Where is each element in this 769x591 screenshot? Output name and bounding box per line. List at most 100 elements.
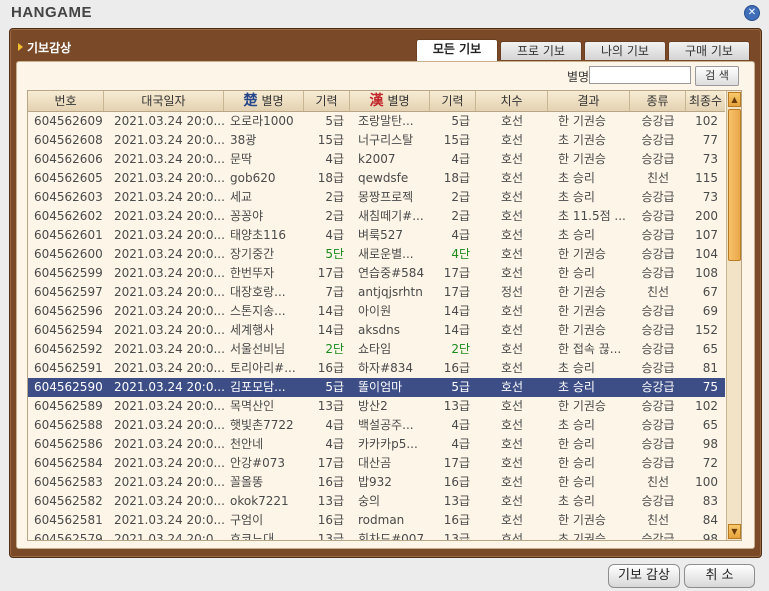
table-row[interactable]: 604562608 2021.03.24 20:0... 38광 15급 너구리스탈 15… [28, 131, 725, 150]
table-row[interactable]: 604562596 2021.03.24 20:0... 스톤지송... 14급 아이원… [28, 302, 725, 321]
table-row[interactable]: 604562594 2021.03.24 20:0... 세계행사 14급 aksdns… [28, 321, 725, 340]
cell-handicap: 호선 [500, 190, 524, 204]
tab-my-records[interactable]: 나의 기보 [584, 41, 666, 60]
cell-result: 한 승리 [558, 475, 595, 489]
cell-black-name: 햇빛촌7722 [230, 418, 294, 432]
table-row[interactable]: 604562590 2021.03.24 20:0... 김포모담... 5급 똘이엄마… [28, 378, 725, 397]
table-row[interactable]: 604562579 2021.03.24 20:0... 호코느대 13급 회차드#00… [28, 530, 725, 540]
cell-last-move: 98 [702, 437, 718, 451]
scroll-down-icon[interactable]: ▼ [728, 524, 741, 539]
cell-white-name: 조랑말탄... [358, 114, 414, 128]
cell-white-rank: 16급 [443, 513, 470, 527]
cell-no: 604562588 [34, 418, 103, 432]
col-result[interactable]: 결과 [548, 91, 630, 111]
vertical-scrollbar[interactable]: ▲ ▼ [726, 91, 741, 540]
scroll-up-icon[interactable]: ▲ [728, 92, 741, 107]
table-row[interactable]: 604562605 2021.03.24 20:0... gob620 18급 qewd… [28, 169, 725, 188]
col-no[interactable]: 번호 [28, 91, 104, 111]
cell-handicap: 호선 [500, 228, 524, 242]
table-row[interactable]: 604562609 2021.03.24 20:0... 오로라1000 5급 조랑말탄… [28, 112, 725, 131]
table-row[interactable]: 604562601 2021.03.24 20:0... 태양초116 4급 벼룩527… [28, 226, 725, 245]
search-button[interactable]: 검 색 [695, 66, 739, 86]
cell-result: 초 승리 [558, 418, 595, 432]
cell-date: 2021.03.24 20:0... [114, 323, 224, 337]
table-row[interactable]: 604562583 2021.03.24 20:0... 꼴올똥 16급 밥932 16급… [28, 473, 725, 492]
view-record-button[interactable]: 기보 감상 [608, 564, 680, 588]
table-row[interactable]: 604562589 2021.03.24 20:0... 목멱산인 13급 방산2 13급… [28, 397, 725, 416]
window-title: 기보감상 [18, 39, 71, 56]
scroll-thumb[interactable] [728, 109, 741, 261]
cell-black-rank: 16급 [317, 475, 344, 489]
col-kind[interactable]: 종류 [630, 91, 686, 111]
col-last-move[interactable]: 최종수 [686, 91, 725, 111]
cell-white-name: 아이원 [358, 304, 392, 318]
col-white-name-label: 별명 [387, 94, 410, 108]
col-date[interactable]: 대국일자 [104, 91, 224, 111]
cell-white-rank: 16급 [443, 361, 470, 375]
col-black-rank[interactable]: 기력 [304, 91, 350, 111]
cell-no: 604562591 [34, 361, 103, 375]
cell-handicap: 호선 [500, 247, 524, 261]
table-row[interactable]: 604562592 2021.03.24 20:0... 서울선비님 2단 쇼타임 2단 호… [28, 340, 725, 359]
cell-white-name: rodman [358, 513, 405, 527]
table-row[interactable]: 604562603 2021.03.24 20:0... 세교 2급 몽짱프로젝 2급 호선… [28, 188, 725, 207]
cell-date: 2021.03.24 20:0... [114, 418, 224, 432]
cell-date: 2021.03.24 20:0... [114, 475, 224, 489]
table-row[interactable]: 604562584 2021.03.24 20:0... 안강#073 17급 대산곰 1… [28, 454, 725, 473]
cell-black-name: 오로라1000 [230, 114, 294, 128]
cell-date: 2021.03.24 20:0... [114, 361, 224, 375]
cell-white-rank: 5급 [451, 380, 470, 394]
col-white-rank[interactable]: 기력 [430, 91, 476, 111]
cell-no: 604562599 [34, 266, 103, 280]
cell-white-rank: 4급 [451, 228, 470, 242]
cell-black-rank: 16급 [317, 513, 344, 527]
table-row[interactable]: 604562582 2021.03.24 20:0... okok7221 13급 숭의… [28, 492, 725, 511]
cell-last-move: 72 [702, 456, 718, 470]
cell-date: 2021.03.24 20:0... [114, 456, 224, 470]
cell-black-name: 대장호랑... [230, 285, 286, 299]
table-row[interactable]: 604562586 2021.03.24 20:0... 천안네 4급 카카카p5...… [28, 435, 725, 454]
records-table: 번호 대국일자 楚 별명 기력 漢 별명 기력 치수 결과 종류 최종수 60456… [27, 90, 742, 541]
table-row[interactable]: 604562581 2021.03.24 20:0... 구엄이 16급 rodman 1… [28, 511, 725, 530]
tab-pro-records[interactable]: 프로 기보 [500, 41, 582, 60]
cell-handicap: 호선 [500, 475, 524, 489]
cell-result: 초 기권승 [558, 532, 606, 540]
cell-result: 초 11.5점 ... [558, 209, 626, 223]
table-row[interactable]: 604562606 2021.03.24 20:0... 문딱 4급 k2007 4급 호선… [28, 150, 725, 169]
table-row[interactable]: 604562602 2021.03.24 20:0... 꽁꽁야 2급 새침떼기#...… [28, 207, 725, 226]
cell-handicap: 호선 [500, 361, 524, 375]
cell-no: 604562586 [34, 437, 103, 451]
cell-kind: 승강급 [641, 494, 675, 508]
cell-white-rank: 13급 [443, 399, 470, 413]
cell-white-name: 하자#834 [358, 361, 414, 375]
table-row[interactable]: 604562591 2021.03.24 20:0... 토리아리#... 16급 하자… [28, 359, 725, 378]
cell-result: 한 기권승 [558, 152, 606, 166]
title-bar: HANGAME ✕ [0, 0, 769, 26]
alias-search-input[interactable] [589, 66, 691, 84]
cell-black-rank: 17급 [317, 266, 344, 280]
close-button[interactable]: ✕ [744, 5, 760, 21]
cell-black-name: 문딱 [230, 152, 253, 166]
cell-no: 604562609 [34, 114, 103, 128]
tab-all-records[interactable]: 모든 기보 [416, 39, 498, 61]
cell-no: 604562594 [34, 323, 103, 337]
table-row[interactable]: 604562588 2021.03.24 20:0... 햇빛촌7722 4급 백설공주… [28, 416, 725, 435]
cell-white-name: 쇼타임 [358, 342, 392, 356]
table-row[interactable]: 604562600 2021.03.24 20:0... 장기중간 5단 새로운별...… [28, 245, 725, 264]
cell-last-move: 104 [695, 247, 718, 261]
col-handicap[interactable]: 치수 [476, 91, 548, 111]
cell-last-move: 77 [702, 133, 718, 147]
cell-white-rank: 5급 [451, 114, 470, 128]
cell-date: 2021.03.24 20:0... [114, 342, 224, 356]
cell-white-name: 똘이엄마 [358, 380, 403, 394]
cell-kind: 승강급 [641, 532, 675, 540]
col-black-name[interactable]: 楚 별명 [224, 91, 304, 111]
cell-result: 한 기권승 [558, 323, 606, 337]
cell-white-name: 방산2 [358, 399, 388, 413]
cell-black-rank: 16급 [317, 361, 344, 375]
tab-purchased-records[interactable]: 구매 기보 [668, 41, 750, 60]
table-row[interactable]: 604562597 2021.03.24 20:0... 대장호랑... 7급 antj… [28, 283, 725, 302]
table-row[interactable]: 604562599 2021.03.24 20:0... 한번뚜자 17급 연습중#58… [28, 264, 725, 283]
col-white-name[interactable]: 漢 별명 [350, 91, 430, 111]
cancel-button[interactable]: 취 소 [684, 564, 755, 588]
